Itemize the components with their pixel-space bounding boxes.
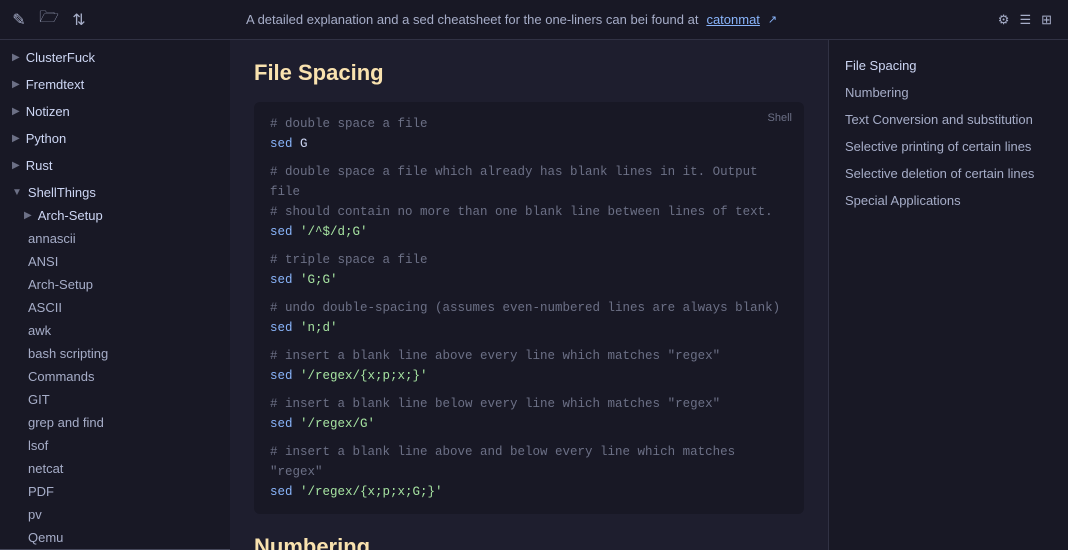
sidebar-item-ansi[interactable]: ANSI	[0, 250, 230, 273]
sidebar-item-arch-setup[interactable]: Arch-Setup	[0, 273, 230, 296]
toc-item-file-spacing[interactable]: File Spacing	[829, 52, 1068, 79]
sidebar-item-pv[interactable]: pv	[0, 503, 230, 526]
sidebar-item-lsof[interactable]: lsof	[0, 434, 230, 457]
code-line-1: # double space a file	[270, 114, 788, 134]
sidebar-item-python[interactable]: ▶ Python	[0, 127, 230, 150]
sidebar-group-shellthings: ▼ ShellThings ▶ Arch-Setup annascii ANSI…	[0, 179, 230, 550]
code-line-12: # insert a blank line below every line w…	[270, 394, 788, 414]
folder-icon[interactable]: 🗁	[38, 9, 60, 31]
chevron-right-icon: ▶	[12, 79, 20, 90]
top-bar: A detailed explanation and a sed cheatsh…	[230, 0, 1068, 40]
code-line-11: sed '/regex/{x;p;x;}'	[270, 366, 788, 386]
chevron-right-icon: ▶	[12, 133, 20, 144]
sidebar-group-label: Notizen	[26, 104, 70, 119]
toc-item-text-conversion[interactable]: Text Conversion and substitution	[829, 106, 1068, 133]
catonmat-link[interactable]: catonmat	[706, 12, 759, 27]
external-link-icon: ↗	[768, 13, 777, 26]
sidebar-group-label: ShellThings	[28, 185, 96, 200]
section-numbering-title: Numbering	[254, 534, 804, 550]
code-line-2: sed G	[270, 134, 788, 154]
sidebar-group-label: Fremdtext	[26, 77, 85, 92]
sidebar-item-git[interactable]: GIT	[0, 388, 230, 411]
sidebar-item-clusterfuck[interactable]: ▶ ClusterFuck	[0, 46, 230, 69]
code-line-5: sed '/^$/d;G'	[270, 222, 788, 242]
sidebar-group-fremdtext: ▶ Fremdtext	[0, 71, 230, 98]
chevron-right-icon: ▶	[12, 106, 20, 117]
code-line-9: sed 'n;d'	[270, 318, 788, 338]
sidebar-item-arch-setup-group[interactable]: ▶ Arch-Setup	[0, 204, 230, 227]
code-block-file-spacing: Shell # double space a file sed G # doub…	[254, 102, 804, 514]
sidebar-toolbar: ✎ 🗁 ⇅	[0, 0, 230, 40]
sidebar-group-label: ClusterFuck	[26, 50, 95, 65]
layout-icon[interactable]: ⊞	[1041, 12, 1052, 28]
code-line-8: # undo double-spacing (assumes even-numb…	[270, 298, 788, 318]
sidebar-group-notizen: ▶ Notizen	[0, 98, 230, 125]
right-panel-toc: File Spacing Numbering Text Conversion a…	[828, 40, 1068, 550]
sidebar-item-notizen[interactable]: ▶ Notizen	[0, 100, 230, 123]
main-content: File Spacing Shell # double space a file…	[230, 40, 828, 550]
code-line-15: sed '/regex/{x;p;x;G;}'	[270, 482, 788, 502]
edit-icon[interactable]: ✎	[8, 9, 30, 31]
sidebar-group-rust: ▶ Rust	[0, 152, 230, 179]
code-line-14: # insert a blank line above and below ev…	[270, 442, 788, 482]
sidebar-item-rust[interactable]: ▶ Rust	[0, 154, 230, 177]
code-line-13: sed '/regex/G'	[270, 414, 788, 434]
sidebar-item-annascii[interactable]: annascii	[0, 227, 230, 250]
sidebar-item-bash-scripting[interactable]: bash scripting	[0, 342, 230, 365]
main-area: A detailed explanation and a sed cheatsh…	[230, 0, 1068, 550]
code-line-3: # double space a file which already has …	[270, 162, 788, 202]
chevron-right-icon: ▶	[24, 210, 32, 221]
toc-item-selective-deletion[interactable]: Selective deletion of certain lines	[829, 160, 1068, 187]
code-line-6: # triple space a file	[270, 250, 788, 270]
toc-item-numbering[interactable]: Numbering	[829, 79, 1068, 106]
sidebar-item-shellthings[interactable]: ▼ ShellThings	[0, 181, 230, 204]
toc-item-special-applications[interactable]: Special Applications	[829, 187, 1068, 214]
list-icon[interactable]: ☰	[1019, 12, 1031, 28]
sidebar-group-label: Rust	[26, 158, 53, 173]
section-file-spacing-title: File Spacing	[254, 60, 804, 86]
sidebar-item-ascii[interactable]: ASCII	[0, 296, 230, 319]
sidebar-item-fremdtext[interactable]: ▶ Fremdtext	[0, 73, 230, 96]
code-block-label: Shell	[768, 110, 792, 128]
code-line-4: # should contain no more than one blank …	[270, 202, 788, 222]
code-line-10: # insert a blank line above every line w…	[270, 346, 788, 366]
sidebar-group-label: Python	[26, 131, 66, 146]
chevron-right-icon: ▶	[12, 52, 20, 63]
sidebar-item-commands[interactable]: Commands	[0, 365, 230, 388]
sidebar-item-pdf[interactable]: PDF	[0, 480, 230, 503]
content-wrapper: File Spacing Shell # double space a file…	[230, 40, 1068, 550]
chevron-right-icon: ▶	[12, 160, 20, 171]
sort-icon[interactable]: ⇅	[68, 9, 90, 31]
settings-icon[interactable]: ⚙	[998, 12, 1010, 28]
sidebar-group-clusterfuck: ▶ ClusterFuck	[0, 44, 230, 71]
sidebar-subgroup-label: Arch-Setup	[38, 208, 103, 223]
sidebar-item-qemu[interactable]: Qemu	[0, 526, 230, 549]
top-bar-icons: ⚙ ☰ ⊞	[998, 12, 1052, 28]
sidebar-item-grep-and-find[interactable]: grep and find	[0, 411, 230, 434]
sidebar-item-netcat[interactable]: netcat	[0, 457, 230, 480]
sidebar-item-awk[interactable]: awk	[0, 319, 230, 342]
code-line-7: sed 'G;G'	[270, 270, 788, 290]
topbar-text: A detailed explanation and a sed cheatsh…	[246, 12, 698, 27]
toc-item-selective-printing[interactable]: Selective printing of certain lines	[829, 133, 1068, 160]
sidebar: ✎ 🗁 ⇅ ▶ ClusterFuck ▶ Fremdtext ▶ Notize…	[0, 0, 230, 550]
chevron-down-icon: ▼	[12, 187, 22, 198]
sidebar-group-python: ▶ Python	[0, 125, 230, 152]
sidebar-nav: ▶ ClusterFuck ▶ Fremdtext ▶ Notizen ▶ Py…	[0, 40, 230, 550]
